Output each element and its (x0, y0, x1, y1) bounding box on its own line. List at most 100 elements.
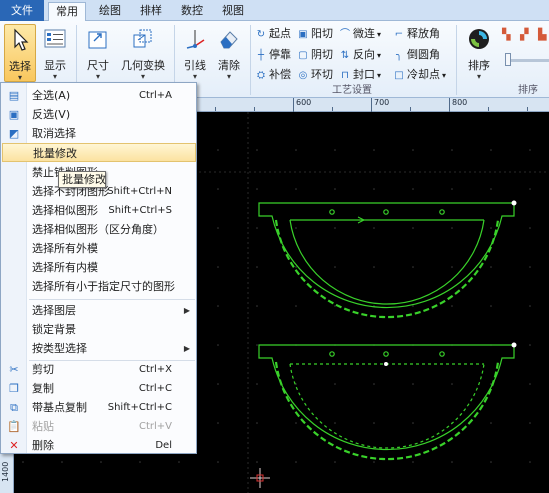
start-point-label: 起点 (269, 27, 291, 40)
scissors-icon: ✂ (9, 363, 19, 376)
sort-button[interactable]: 排序 ▾ (462, 24, 496, 81)
ribbon-separator (250, 25, 251, 95)
size-label: 尺寸 (87, 59, 109, 72)
tab-view[interactable]: 视图 (216, 2, 250, 21)
size-icon (88, 31, 107, 49)
lead-line-icon (186, 30, 205, 49)
stop-label: 停靠 (269, 48, 291, 61)
clear-button[interactable]: 清除 ▾ (214, 24, 244, 81)
yin-cut-label: 阴切 (311, 48, 333, 61)
lead-label: 引线 (184, 59, 206, 72)
sort-option-grid-icon[interactable]: ▚ (502, 27, 510, 43)
display-button[interactable]: 显示 ▾ (40, 24, 70, 81)
ruler-minor-tick (332, 107, 333, 111)
chevron-down-icon: ▾ (476, 72, 481, 81)
tab-file[interactable]: 文件 (0, 0, 44, 21)
stop-button[interactable]: ┼ 停靠 (255, 47, 291, 63)
ruler-minor-tick (527, 107, 528, 111)
yang-cut-button[interactable]: ▣ 阳切 (297, 26, 333, 42)
micro-link-button[interactable]: ⌒ 微连 ▾ (339, 26, 381, 42)
ring-cut-label: 环切 (311, 68, 333, 81)
geometry-transform-button[interactable]: 几何变换 ▾ (118, 24, 168, 81)
menu-item-select-all-outer[interactable]: 选择所有外模 (2, 239, 196, 258)
tab-cnc[interactable]: 数控 (175, 2, 209, 21)
menu-item-select-all-inner[interactable]: 选择所有内模 (2, 258, 196, 277)
menu-item-delete[interactable]: ✕ 删除 Del (2, 436, 196, 455)
ruler-tick-label: 600 (293, 98, 311, 112)
tab-draw[interactable]: 绘图 (93, 2, 127, 21)
sort-label: 排序 (468, 59, 490, 72)
display-label: 显示 (44, 59, 66, 72)
copy-icon: ❐ (9, 382, 19, 395)
chevron-down-icon: ▾ (377, 51, 382, 60)
tooltip: 批量修改 (58, 171, 106, 188)
micro-link-label: 微连 (353, 27, 375, 40)
tab-common[interactable]: 常用 (48, 2, 86, 21)
compensate-label: 补偿 (269, 68, 291, 81)
select-dropdown-menu: ▤ 全选(A) Ctrl+A ▣ 反选(V) ◩ 取消选择 批量修改 禁止铣削图… (0, 82, 197, 454)
menu-item-deselect[interactable]: ◩ 取消选择 (2, 124, 196, 143)
menu-item-select-similar[interactable]: 选择相似图形 Shift+Ctrl+S (2, 201, 196, 220)
menu-item-copy[interactable]: ❐ 复制 Ctrl+C (2, 379, 196, 398)
menu-item-select-smaller-than[interactable]: 选择所有小于指定尺寸的图形 (2, 277, 196, 296)
menu-item-select-layer[interactable]: 选择图层 ▶ (2, 301, 196, 320)
copy-base-icon: ⧉ (10, 401, 18, 414)
start-point-marker (384, 362, 388, 366)
start-point-icon: ↻ (256, 29, 266, 40)
chevron-down-icon: ▾ (192, 72, 197, 81)
size-button[interactable]: 尺寸 ▾ (82, 24, 114, 81)
submenu-arrow-icon: ▶ (183, 344, 190, 353)
seal-button[interactable]: ⊓ 封口 ▾ (339, 67, 381, 83)
ruler-tick-label: 800 (449, 98, 467, 112)
sort-slider-track[interactable] (505, 59, 549, 62)
start-point-marker (511, 200, 517, 206)
menu-item-select-all[interactable]: ▤ 全选(A) Ctrl+A (2, 86, 196, 105)
menu-item-copy-with-base[interactable]: ⧉ 带基点复制 Shift+Ctrl+C (2, 398, 196, 417)
sort-slider-thumb[interactable] (505, 53, 511, 66)
submenu-arrow-icon: ▶ (183, 306, 190, 315)
chevron-down-icon: ▾ (95, 72, 100, 81)
compensate-button[interactable]: ⛭ 补偿 (255, 67, 291, 83)
select-button[interactable]: 选择 ▾ (4, 24, 36, 82)
menu-item-cut[interactable]: ✂ 剪切 Ctrl+X (2, 360, 196, 379)
sort-icon (469, 29, 489, 49)
sort-option-zigzag-icon[interactable]: ▞ (520, 27, 528, 43)
seal-label: 封口 (353, 68, 375, 81)
eraser-icon (220, 31, 238, 49)
chamfer-icon: ╮ (395, 50, 403, 61)
invert-select-icon: ▣ (8, 108, 20, 121)
menu-item-lock-background[interactable]: 锁定背景 (2, 320, 196, 339)
start-point-button[interactable]: ↻ 起点 (255, 26, 291, 42)
select-all-icon: ▤ (8, 89, 20, 102)
ruler-minor-tick (215, 107, 216, 111)
ruler-minor-tick (254, 107, 255, 111)
select-label: 选择 (9, 60, 31, 73)
menu-item-invert-select[interactable]: ▣ 反选(V) (2, 105, 196, 124)
chevron-down-icon: ▾ (226, 72, 231, 81)
tab-nesting[interactable]: 排样 (134, 2, 168, 21)
sort-group-label: 排序 (518, 85, 538, 96)
lead-button[interactable]: 引线 ▾ (180, 24, 210, 81)
display-list-icon (44, 29, 66, 48)
menu-item-paste[interactable]: 📋 粘贴 Ctrl+V (2, 417, 196, 436)
geometry-transform-icon (133, 29, 152, 48)
ring-cut-button[interactable]: ◎ 环切 (297, 67, 333, 83)
cool-point-button[interactable]: □ 冷却点 ▾ (393, 67, 446, 83)
menu-item-select-similar-angle[interactable]: 选择相似图形（区分角度） (2, 220, 196, 239)
chevron-down-icon: ▾ (52, 72, 57, 81)
release-corner-label: 释放角 (407, 27, 440, 40)
reverse-button[interactable]: ⇅ 反向 ▾ (339, 47, 381, 63)
sort-option-arrow-icon[interactable]: ▙ (538, 27, 546, 43)
menu-item-batch-modify[interactable]: 批量修改 (2, 143, 196, 162)
yin-cut-button[interactable]: ▢ 阴切 (297, 47, 333, 63)
reverse-label: 反向 (353, 48, 375, 61)
chevron-down-icon: ▾ (442, 71, 447, 80)
chamfer-button[interactable]: ╮ 倒圆角 (393, 47, 440, 63)
menu-separator (29, 299, 195, 300)
menu-item-select-by-type[interactable]: 按类型选择 ▶ (2, 339, 196, 358)
chamfer-label: 倒圆角 (407, 48, 440, 61)
release-corner-button[interactable]: ⌐ 释放角 (393, 26, 440, 42)
seal-icon: ⊓ (341, 70, 349, 81)
process-group-label: 工艺设置 (332, 85, 372, 96)
chevron-down-icon: ▾ (377, 30, 382, 39)
